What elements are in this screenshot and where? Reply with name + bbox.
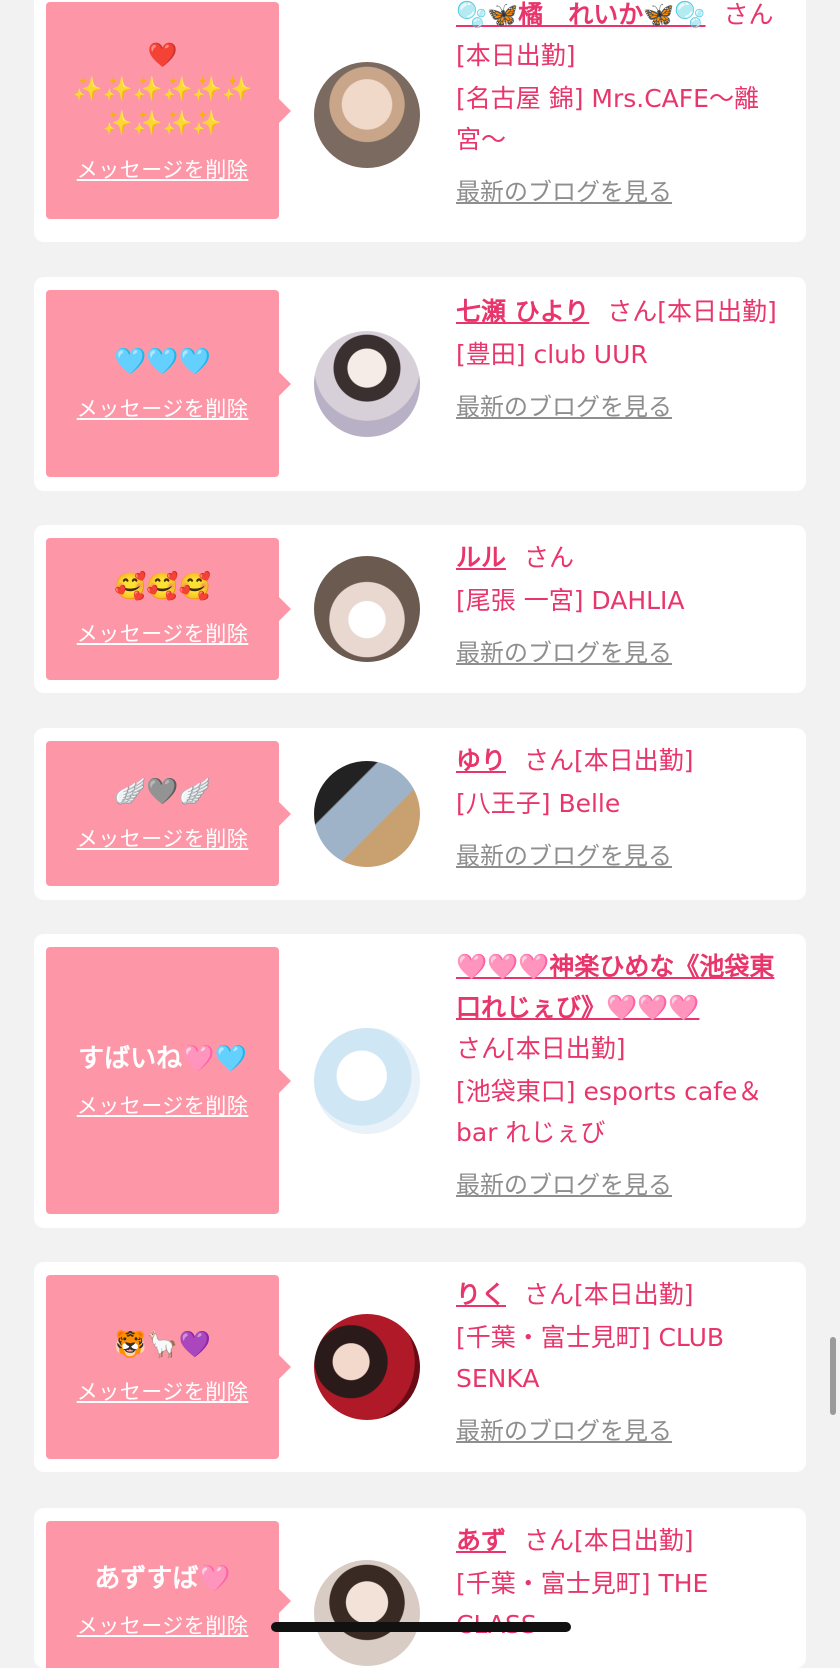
shop-label: [八王子] Belle — [456, 789, 621, 818]
latest-blog-link[interactable]: 最新のブログを見る — [456, 1411, 796, 1452]
cast-name-link[interactable]: ゆり — [456, 746, 506, 775]
san-label: さん — [524, 1280, 575, 1309]
list-item: 🩵🩵🩵 メッセージを削除 七瀬 ひより さん[本日出勤] [豊田] club UU… — [34, 277, 806, 491]
list-item: 🪽🩶🪽 メッセージを削除 ゆり さん[本日出勤] [八王子] Belle 最新のブ… — [34, 728, 806, 900]
list-item: ❤️ ✨✨✨✨✨✨ ✨✨✨✨ メッセージを削除 🫧🦋橘 れいか🦋🫧 さん [本日出勤… — [34, 0, 806, 242]
message-box: ❤️ ✨✨✨✨✨✨ ✨✨✨✨ メッセージを削除 — [46, 2, 291, 219]
cast-name-link[interactable]: 🫧🦋橘 れいか🦋🫧 — [456, 0, 706, 29]
cast-name-link[interactable]: ルル — [456, 543, 506, 572]
status-label: [本日出勤] — [574, 1280, 694, 1309]
delete-message-link[interactable]: メッセージを削除 — [77, 1376, 249, 1406]
san-label: さん — [456, 1034, 507, 1063]
message-box: 🩵🩵🩵 メッセージを削除 — [46, 290, 291, 477]
status-label: [本日出勤] — [657, 297, 777, 326]
card-info: 🫧🦋橘 れいか🦋🫧 さん [本日出勤] [名古屋 錦] Mrs.CAFE〜離宮〜 最… — [456, 0, 796, 213]
latest-blog-link[interactable]: 最新のブログを見る — [456, 172, 796, 213]
message-box: すばいね🩷🩵 メッセージを削除 — [46, 947, 291, 1214]
message-text: 🥰🥰🥰 — [113, 572, 212, 602]
shop-label: [池袋東口] esports cafe＆bar れじぇび — [456, 1077, 763, 1147]
message-box: 🥰🥰🥰 メッセージを削除 — [46, 538, 291, 680]
latest-blog-link[interactable]: 最新のブログを見る — [456, 836, 796, 877]
message-text: 🩵🩵🩵 — [113, 346, 212, 377]
avatar[interactable] — [314, 556, 420, 662]
san-label: さん — [524, 746, 575, 775]
shop-label: [豊田] club UUR — [456, 340, 648, 369]
delete-message-link[interactable]: メッセージを削除 — [77, 823, 249, 853]
card-info: ゆり さん[本日出勤] [八王子] Belle 最新のブログを見る — [456, 740, 796, 877]
status-label: [本日出勤] — [574, 746, 694, 775]
card-info: 🩷🩷🩷神楽ひめな《池袋東口れじぇび》🩷🩷🩷 さん[本日出勤] [池袋東口] esp… — [456, 946, 796, 1206]
cast-name-link[interactable]: あず — [456, 1526, 506, 1555]
list-item: 🥰🥰🥰 メッセージを削除 ルル さん [尾張 一宮] DAHLIA 最新のブログを… — [34, 525, 806, 693]
latest-blog-link[interactable]: 最新のブログを見る — [456, 633, 796, 674]
message-text: 🪽🩶🪽 — [113, 776, 212, 807]
message-text: ❤️ ✨✨✨✨✨✨ ✨✨✨✨ — [72, 40, 253, 137]
card-info: ルル さん [尾張 一宮] DAHLIA 最新のブログを見る — [456, 537, 796, 674]
delete-message-link[interactable]: メッセージを削除 — [77, 1090, 249, 1120]
latest-blog-link[interactable]: 最新のブログを見る — [456, 387, 796, 428]
avatar[interactable] — [314, 331, 420, 437]
delete-message-link[interactable]: メッセージを削除 — [77, 393, 249, 423]
message-text: すばいね🩷🩵 — [78, 1043, 247, 1074]
shop-label: [千葉・富士見町] CLUB SENKA — [456, 1323, 725, 1393]
san-label: さん — [607, 297, 658, 326]
cast-name-link[interactable]: 🩷🩷🩷神楽ひめな《池袋東口れじぇび》🩷🩷🩷 — [456, 952, 774, 1022]
delete-message-link[interactable]: メッセージを削除 — [77, 154, 249, 184]
status-label: [本日出勤] — [456, 41, 576, 70]
list-item: すばいね🩷🩵 メッセージを削除 🩷🩷🩷神楽ひめな《池袋東口れじぇび》🩷🩷🩷 さん[… — [34, 934, 806, 1228]
scrollbar[interactable] — [830, 1337, 836, 1415]
avatar[interactable] — [314, 1314, 420, 1420]
shop-label: [千葉・富士見町] THE CLASS — [456, 1569, 709, 1639]
status-label: [本日出勤] — [506, 1034, 626, 1063]
message-box: 🐯🦙💜 メッセージを削除 — [46, 1275, 291, 1459]
list-item: 🐯🦙💜 メッセージを削除 りく さん[本日出勤] [千葉・富士見町] CLUB S… — [34, 1262, 806, 1472]
cast-name-link[interactable]: りく — [456, 1280, 506, 1309]
message-text: 🐯🦙💜 — [113, 1330, 212, 1360]
avatar[interactable] — [314, 1028, 420, 1134]
delete-message-link[interactable]: メッセージを削除 — [77, 618, 249, 648]
card-info: りく さん[本日出勤] [千葉・富士見町] CLUB SENKA 最新のブログを見… — [456, 1274, 796, 1452]
avatar[interactable] — [314, 1560, 420, 1666]
message-box: 🪽🩶🪽 メッセージを削除 — [46, 741, 291, 886]
avatar[interactable] — [314, 62, 420, 168]
delete-message-link[interactable]: メッセージを削除 — [77, 1610, 249, 1640]
latest-blog-link[interactable]: 最新のブログを見る — [456, 1165, 796, 1206]
avatar[interactable] — [314, 761, 420, 867]
message-box: あずすば🩷 メッセージを削除 — [46, 1521, 291, 1668]
message-text: あずすば🩷 — [94, 1564, 231, 1594]
cast-name-link[interactable]: 七瀬 ひより — [456, 297, 589, 326]
shop-label: [名古屋 錦] Mrs.CAFE〜離宮〜 — [456, 84, 759, 154]
status-label: [本日出勤] — [574, 1526, 694, 1555]
san-label: さん — [723, 0, 774, 29]
card-info: 七瀬 ひより さん[本日出勤] [豊田] club UUR 最新のブログを見る — [456, 291, 796, 428]
san-label: さん — [524, 543, 575, 572]
san-label: さん — [524, 1526, 575, 1555]
home-indicator[interactable] — [271, 1622, 571, 1632]
list-item: あずすば🩷 メッセージを削除 あず さん[本日出勤] [千葉・富士見町] THE … — [34, 1508, 806, 1668]
shop-label: [尾張 一宮] DAHLIA — [456, 586, 685, 615]
